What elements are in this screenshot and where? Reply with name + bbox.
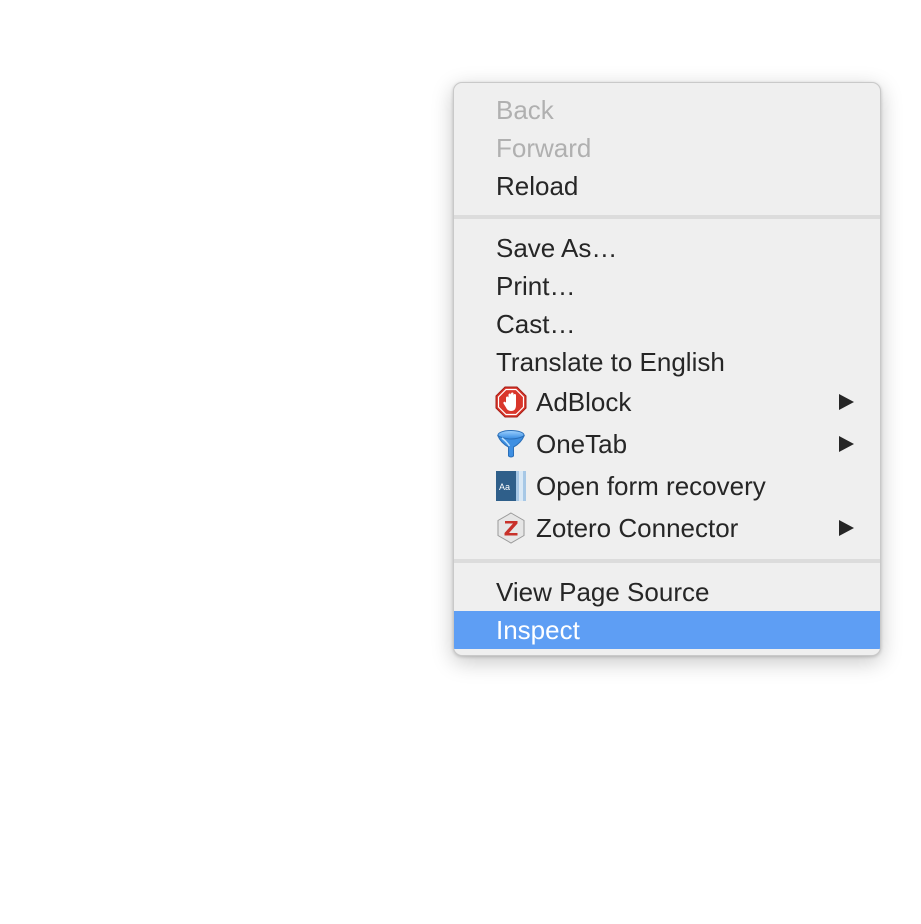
onetab-funnel-icon: [495, 428, 527, 460]
menu-item-label: Save As…: [496, 233, 618, 263]
page-background: Back Forward Reload Save As… Print… Cast…: [0, 0, 921, 924]
menu-item-adblock[interactable]: AdBlock: [454, 381, 880, 423]
menu-item-label: OneTab: [536, 429, 628, 459]
menu-item-reload[interactable]: Reload: [454, 167, 880, 205]
menu-separator: [454, 215, 880, 219]
menu-item-save-as[interactable]: Save As…: [454, 229, 880, 267]
menu-item-zotero-connector[interactable]: Zotero Connector: [454, 507, 880, 549]
menu-item-label: Print…: [496, 271, 576, 301]
menu-item-inspect[interactable]: Inspect: [454, 611, 880, 649]
menu-item-back[interactable]: Back: [454, 91, 880, 129]
zotero-z-icon: [495, 512, 527, 544]
submenu-arrow-icon: [836, 423, 856, 465]
menu-item-label: Open form recovery: [536, 471, 766, 501]
menu-item-label: Cast…: [496, 309, 576, 339]
menu-item-label: View Page Source: [496, 577, 710, 607]
menu-item-label: Back: [496, 95, 554, 125]
context-menu: Back Forward Reload Save As… Print… Cast…: [453, 82, 881, 656]
menu-item-open-form-recovery[interactable]: Aa Open form recovery: [454, 465, 880, 507]
menu-item-label: Reload: [496, 171, 579, 201]
menu-item-label: Translate to English: [496, 347, 725, 377]
menu-item-view-page-source[interactable]: View Page Source: [454, 573, 880, 611]
form-recovery-icon: Aa: [495, 470, 527, 502]
menu-item-label: AdBlock: [536, 387, 632, 417]
menu-item-label: Forward: [496, 133, 592, 163]
menu-item-print[interactable]: Print…: [454, 267, 880, 305]
menu-item-forward[interactable]: Forward: [454, 129, 880, 167]
adblock-hand-icon: [495, 386, 527, 418]
submenu-arrow-icon: [836, 381, 856, 423]
menu-separator: [454, 559, 880, 563]
menu-item-onetab[interactable]: OneTab: [454, 423, 880, 465]
menu-item-cast[interactable]: Cast…: [454, 305, 880, 343]
menu-item-label: Zotero Connector: [536, 513, 739, 543]
svg-text:Aa: Aa: [499, 482, 510, 492]
menu-item-translate[interactable]: Translate to English: [454, 343, 880, 381]
menu-item-label: Inspect: [496, 615, 580, 645]
submenu-arrow-icon: [836, 507, 856, 549]
